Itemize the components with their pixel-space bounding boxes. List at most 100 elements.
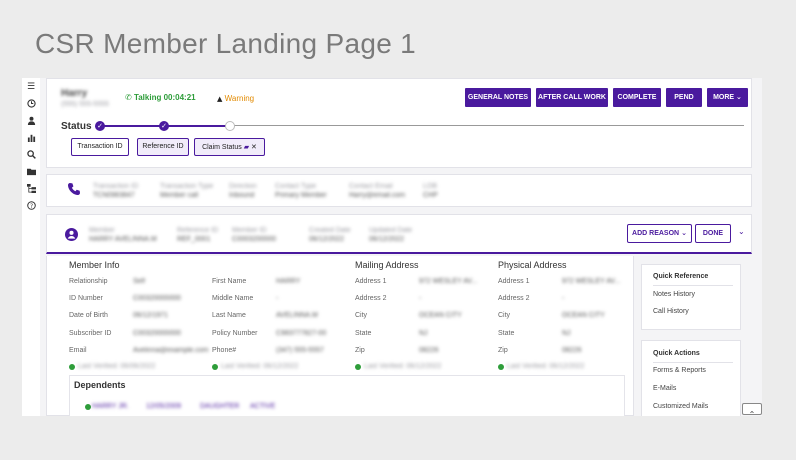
field-lob-value: CHP: [423, 192, 438, 199]
mailing-zip-value: 08226: [419, 347, 439, 354]
status-track-rest: [229, 125, 744, 126]
complete-button[interactable]: COMPLETE: [613, 88, 661, 107]
phone-icon: [67, 182, 81, 201]
field-transaction-id-value: TCN0983847: [93, 192, 135, 199]
field-contact-email-value: Harry@email.com: [349, 192, 406, 199]
member-id-label: Member ID: [232, 227, 267, 234]
more-label: MORE: [713, 94, 735, 101]
member-details: Member Info Mailing Address Physical Add…: [46, 256, 634, 416]
physical-address2-value: -: [562, 295, 565, 302]
clock-icon[interactable]: [26, 99, 36, 109]
physical-address1-label: Address 1: [498, 278, 530, 285]
talking-status: ✆ Talking 00:04:21: [125, 93, 196, 102]
dependent-status: ACTIVE: [250, 403, 276, 410]
svg-text:?: ?: [29, 204, 32, 210]
dependent-name[interactable]: HARRY JR.: [92, 403, 129, 410]
field-contact-type-value: Primary Member: [275, 192, 327, 199]
notes-history-link[interactable]: Notes History: [653, 291, 695, 298]
field-contact-type-label: Contact Type: [275, 183, 317, 190]
id-number-label: ID Number: [69, 295, 103, 302]
call-history-link[interactable]: Call History: [653, 308, 689, 315]
last-name-value: AVELINNA.M: [276, 312, 318, 319]
field-transaction-type-value: Member call: [160, 192, 199, 199]
chip-claim-status-label: Claim Status: [202, 144, 242, 151]
done-button[interactable]: DONE: [695, 224, 731, 243]
status-label: Status: [61, 121, 92, 132]
add-reason-button[interactable]: ADD REASON ⌄: [627, 224, 692, 243]
phone-call-icon: ✆: [125, 93, 132, 102]
status-step-2-check-icon: ✓: [159, 121, 169, 131]
sitemap-icon[interactable]: [26, 184, 36, 194]
customized-mails-link[interactable]: Customized Mails: [653, 403, 708, 410]
person-icon[interactable]: [26, 116, 36, 126]
menu-icon[interactable]: ☰: [26, 82, 36, 92]
first-name-label: First Name: [212, 278, 247, 285]
close-icon[interactable]: ✕: [251, 143, 257, 151]
chevron-down-icon: ⌄: [736, 93, 742, 101]
dob-label: Date of Birth: [69, 312, 108, 319]
created-date-value: 06/12/2022: [309, 236, 345, 243]
dependent-status-icon: [85, 404, 91, 410]
updated-date-value: 06/12/2022: [369, 236, 405, 243]
forms-reports-link[interactable]: Forms & Reports: [653, 367, 706, 374]
dob-value: 06/12/1971: [133, 312, 169, 319]
relationship-label: Relationship: [69, 278, 108, 285]
pend-button[interactable]: PEND: [666, 88, 702, 107]
mailing-city-label: City: [355, 312, 368, 319]
mailing-state-label: State: [355, 330, 372, 337]
emails-link[interactable]: E-Mails: [653, 385, 676, 392]
field-transaction-id-label: Transaction ID: [93, 183, 139, 190]
verified-check-icon: [69, 364, 75, 370]
middle-name-value: -: [276, 295, 279, 302]
chip-claim-status[interactable]: Claim Status ▰ ✕: [194, 138, 265, 156]
quick-actions-title: Quick Actions: [653, 350, 700, 357]
after-call-work-button[interactable]: AFTER CALL WORK: [536, 88, 608, 107]
account-icon: [65, 228, 78, 246]
mailing-address1-label: Address 1: [355, 278, 387, 285]
help-icon[interactable]: ?: [26, 201, 36, 211]
updated-date-label: Updated Date: [369, 227, 413, 234]
field-lob-label: LOB: [423, 183, 438, 190]
member-id-value: C0003200000: [232, 236, 276, 243]
verified-check-icon: [355, 364, 361, 370]
first-name-value: HARRY: [276, 278, 301, 285]
status-step-3: [225, 121, 235, 131]
folder-icon[interactable]: [26, 167, 36, 177]
policy-number-value: C983777827-00: [276, 330, 327, 337]
left-rail: ☰ ?: [22, 78, 40, 416]
physical-zip-label: Zip: [498, 347, 508, 354]
chevron-up-icon: ⌃: [748, 410, 756, 419]
scroll-top-button[interactable]: ⌃: [742, 403, 762, 419]
warning-icon: ▲: [217, 95, 223, 103]
physical-verified: Last Verified: 06/12/2022: [507, 363, 585, 370]
collapse-chevron-icon[interactable]: ⌄: [738, 227, 745, 236]
member-bar: Member HARRY AVELINNA.M Reference ID REF…: [46, 214, 752, 254]
bar-chart-icon[interactable]: [26, 133, 36, 143]
verified-check-icon: [212, 364, 218, 370]
member-name-label: Member: [89, 227, 115, 234]
chip-transaction-id[interactable]: Transaction ID: [71, 138, 129, 156]
member-info-verified: Last Verified: 06/06/2022: [78, 363, 156, 370]
mailing-address-title: Mailing Address: [355, 260, 419, 270]
quick-reference-title: Quick Reference: [653, 273, 709, 280]
mailing-city-value: OCEAN CITY: [419, 312, 462, 319]
member-info-title: Member Info: [69, 260, 120, 270]
email-label: Email: [69, 347, 87, 354]
add-reason-label: ADD REASON: [632, 230, 680, 237]
policy-number-label: Policy Number: [212, 330, 258, 337]
warning-status: ▲ Warning: [217, 94, 254, 103]
member-info2-verified: Last Verified: 06/12/2022: [221, 363, 299, 370]
reference-id-value: REF_0001: [177, 236, 211, 243]
chip-reference-id[interactable]: Reference ID: [137, 138, 189, 156]
search-icon[interactable]: [26, 150, 36, 160]
subscriber-id-value: C00320000000: [133, 330, 181, 337]
subscriber-id-label: Subscriber ID: [69, 330, 112, 337]
reference-id-label: Reference ID: [177, 227, 219, 234]
verified-check-icon: [498, 364, 504, 370]
physical-city-label: City: [498, 312, 511, 319]
more-button[interactable]: MORE ⌄: [707, 88, 748, 107]
quick-reference-panel: Quick Reference Notes History Call Histo…: [641, 264, 741, 330]
relationship-value: Self: [133, 278, 146, 285]
physical-zip-value: 08226: [562, 347, 582, 354]
general-notes-button[interactable]: GENERAL NOTES: [465, 88, 531, 107]
